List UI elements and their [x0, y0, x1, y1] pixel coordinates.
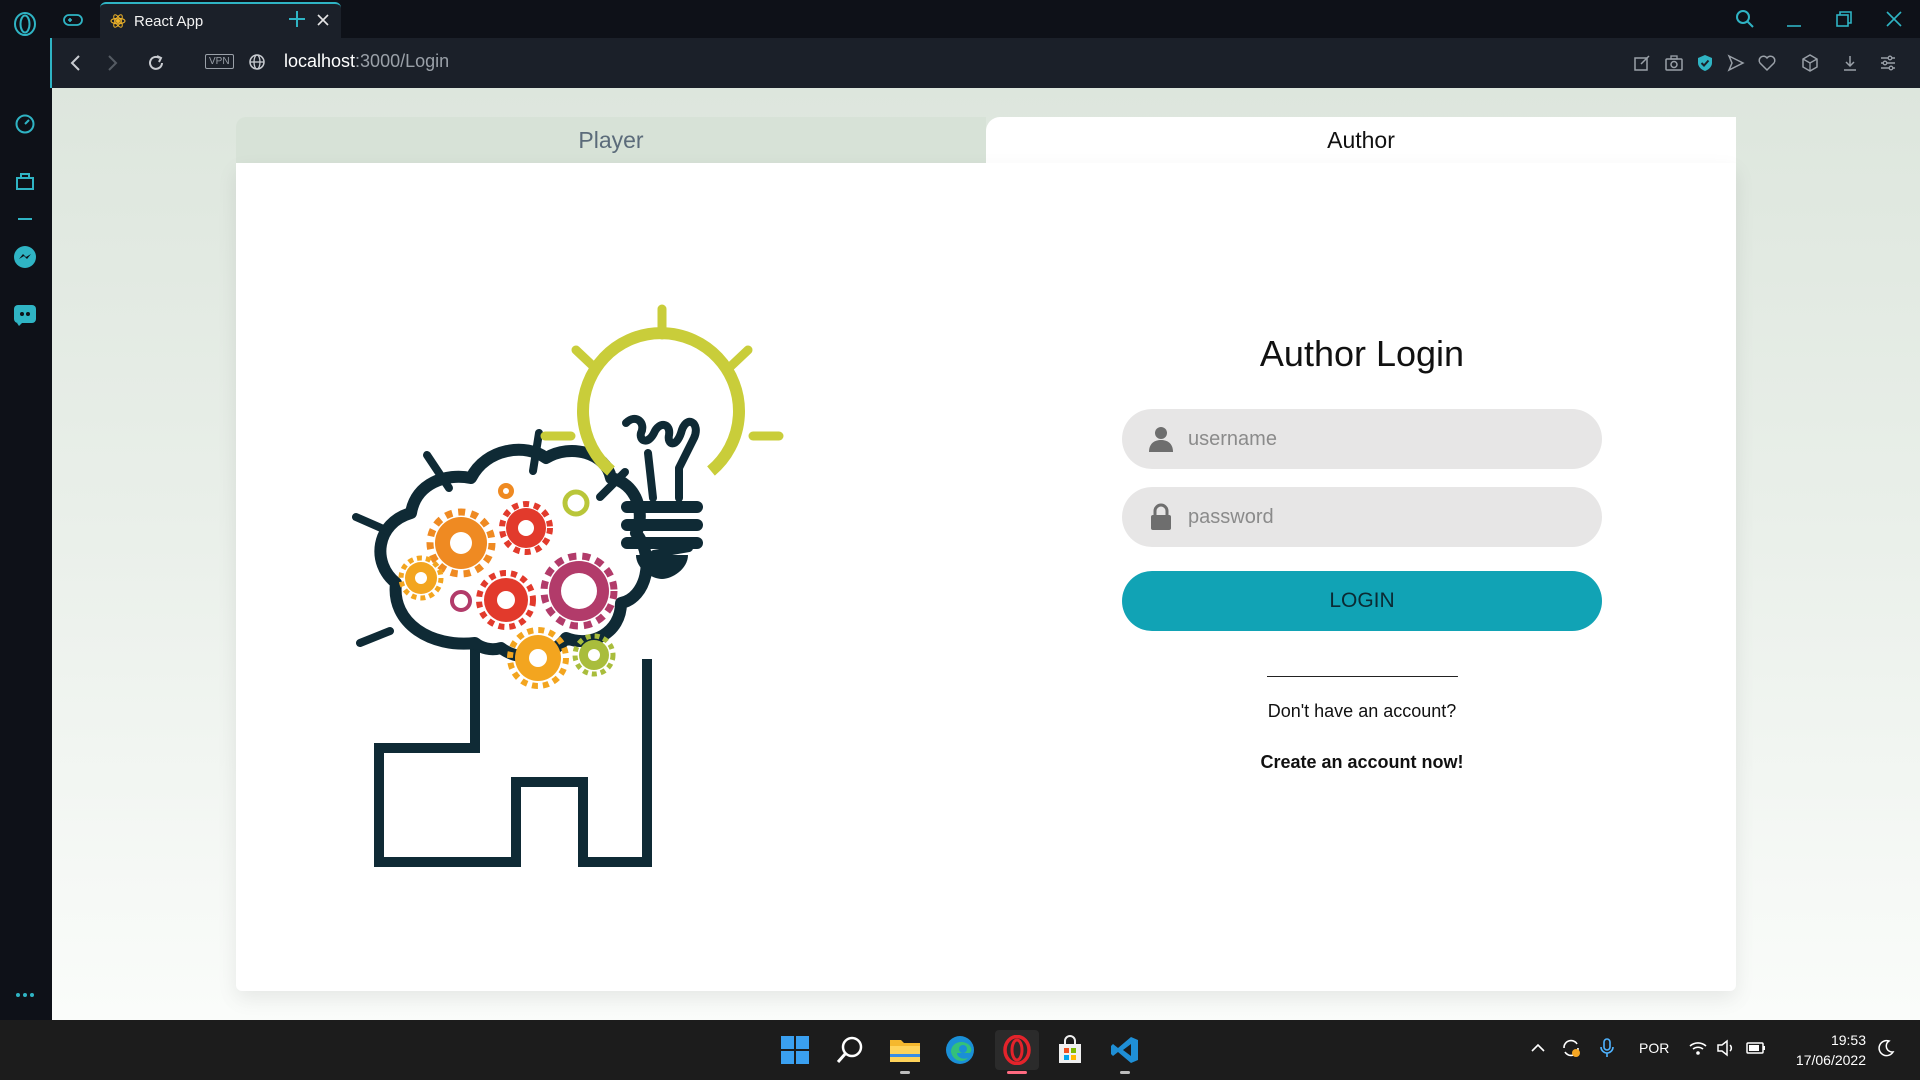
react-favicon-icon: [110, 14, 126, 28]
camera-icon[interactable]: [1664, 53, 1684, 73]
speed-dial-icon[interactable]: [9, 108, 41, 140]
running-indicator: [1120, 1071, 1130, 1074]
vscode-icon[interactable]: [1105, 1030, 1145, 1074]
password-input[interactable]: [1188, 505, 1568, 529]
page-viewport: Player Author Author Login username LOGI…: [52, 88, 1920, 1020]
tab-player[interactable]: Player: [236, 117, 986, 163]
messenger-icon[interactable]: [9, 241, 41, 273]
clock-date: 17/06/2022: [1795, 1052, 1866, 1068]
login-form: Author Login LOGIN _____________________…: [1122, 313, 1602, 773]
reload-icon[interactable]: [146, 53, 166, 73]
login-card: Player Author Author Login username LOGI…: [236, 117, 1736, 991]
edit-page-icon[interactable]: [1632, 53, 1652, 73]
opera-taskbar-icon[interactable]: [995, 1030, 1039, 1074]
tab-strip: React App: [50, 0, 1920, 38]
browser-sidebar: [0, 0, 50, 1020]
wifi-icon[interactable]: [1688, 1038, 1708, 1061]
close-tab-icon[interactable]: [315, 12, 331, 28]
url-host: localhost: [284, 51, 356, 71]
new-tab-icon[interactable]: [286, 8, 308, 30]
sidebar-more-icon[interactable]: [9, 979, 41, 1011]
download-icon[interactable]: [1840, 53, 1860, 73]
sync-icon[interactable]: [1560, 1037, 1582, 1062]
volume-icon[interactable]: [1716, 1038, 1736, 1061]
user-icon: [1149, 427, 1173, 452]
login-title: Author Login: [1259, 333, 1465, 374]
extensions-cube-icon[interactable]: [1800, 53, 1820, 73]
username-field[interactable]: [1122, 409, 1602, 469]
forward-icon[interactable]: [102, 53, 122, 73]
create-account-link[interactable]: Create an account now!: [1122, 752, 1602, 773]
opera-menu-icon[interactable]: [9, 8, 41, 40]
divider-line: ________________________: [1267, 661, 1458, 678]
tab-title: React App: [134, 12, 204, 30]
adblock-shield-icon[interactable]: [1695, 53, 1715, 73]
running-indicator: [900, 1071, 910, 1074]
microsoft-store-icon[interactable]: [1050, 1030, 1090, 1070]
gamepad-icon[interactable]: [62, 9, 84, 31]
language-indicator[interactable]: POR: [1639, 1040, 1669, 1056]
tab-author[interactable]: Author: [986, 117, 1736, 163]
windows-start-icon[interactable]: [775, 1030, 815, 1070]
gear-icon: [426, 508, 496, 578]
restore-icon[interactable]: [1833, 8, 1855, 30]
brain-gears-lightbulb-illustration: [352, 304, 784, 867]
minimize-icon[interactable]: [1783, 8, 1805, 30]
active-indicator: [1007, 1071, 1027, 1074]
easy-setup-icon[interactable]: [1878, 53, 1898, 73]
url-field[interactable]: localhost:3000/Login: [284, 51, 449, 72]
sidebar-separator: [18, 218, 32, 220]
url-path: :3000/Login: [355, 51, 450, 71]
address-bar: VPN localhost:3000/Login: [50, 38, 1920, 88]
shopping-icon[interactable]: [9, 165, 41, 197]
vpn-badge[interactable]: VPN: [205, 54, 234, 69]
password-field[interactable]: [1122, 487, 1602, 547]
heart-icon[interactable]: [1757, 53, 1777, 73]
show-hidden-icons-chevron-icon[interactable]: [1530, 1040, 1546, 1059]
card-body: Author Login LOGIN _____________________…: [236, 163, 1736, 991]
focus-moon-icon[interactable]: [1876, 1038, 1896, 1061]
no-account-text: Don't have an account?: [1267, 701, 1457, 721]
send-icon[interactable]: [1726, 53, 1746, 73]
discord-icon[interactable]: [9, 299, 41, 331]
login-button[interactable]: LOGIN: [1122, 571, 1602, 631]
search-tabs-icon[interactable]: [1734, 8, 1756, 30]
windows-taskbar: POR 19:53 17/06/2022: [0, 1020, 1920, 1080]
globe-icon[interactable]: [248, 53, 268, 73]
taskbar-search-icon[interactable]: [830, 1030, 870, 1070]
close-window-icon[interactable]: [1883, 8, 1905, 30]
lock-icon: [1151, 503, 1171, 530]
microphone-icon[interactable]: [1598, 1037, 1616, 1062]
system-clock[interactable]: 19:53 17/06/2022: [1796, 1030, 1866, 1070]
clock-time: 19:53: [1830, 1032, 1866, 1048]
edge-icon[interactable]: [940, 1030, 980, 1070]
file-explorer-icon[interactable]: [885, 1030, 925, 1074]
username-input[interactable]: [1188, 427, 1568, 451]
back-icon[interactable]: [66, 53, 86, 73]
battery-icon[interactable]: [1745, 1038, 1767, 1061]
